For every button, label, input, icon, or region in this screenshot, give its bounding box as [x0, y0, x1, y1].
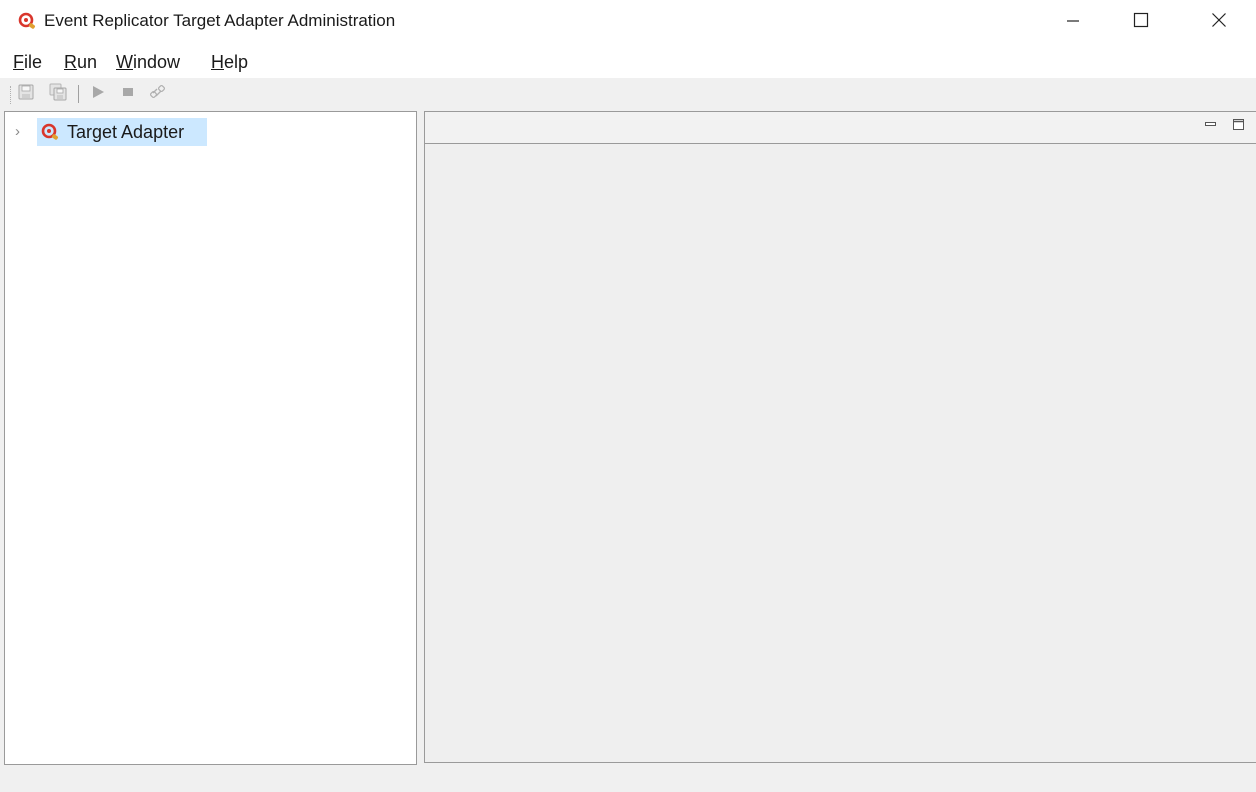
refresh-link-button[interactable]	[148, 84, 168, 104]
minimize-icon	[1066, 13, 1080, 32]
menu-help-mnemonic: H	[211, 52, 224, 72]
status-bar	[0, 766, 1256, 792]
save-all-button[interactable]	[48, 83, 68, 106]
run-icon	[90, 84, 106, 105]
minimize-button[interactable]	[1050, 0, 1096, 44]
menu-bar: File Run Window Help	[0, 44, 1256, 78]
application-window: Event Replicator Target Adapter Administ…	[0, 0, 1256, 792]
stop-icon	[121, 85, 135, 104]
close-icon	[1211, 12, 1227, 33]
toolbar	[0, 78, 1256, 110]
pane-minimize-button[interactable]	[1204, 118, 1218, 132]
minimize-icon	[1205, 116, 1217, 134]
title-bar[interactable]: Event Replicator Target Adapter Administ…	[0, 0, 1256, 44]
menu-help-label: elp	[224, 52, 249, 72]
menu-file[interactable]: File	[13, 52, 42, 73]
toolbar-grip[interactable]	[10, 86, 13, 104]
tree-item-label: Target Adapter	[67, 122, 185, 142]
menu-window-label: indow	[133, 52, 181, 72]
adapter-app-icon	[18, 12, 36, 30]
menu-window-mnemonic: W	[116, 52, 133, 72]
menu-run-label: un	[77, 52, 98, 72]
menu-file-label: ile	[24, 52, 43, 72]
chevron-right-icon[interactable]: ›	[15, 123, 20, 140]
menu-run-mnemonic: R	[64, 52, 77, 72]
maximize-icon	[1133, 12, 1149, 33]
editor-area	[424, 111, 1256, 763]
adapter-icon	[41, 123, 59, 141]
window-title: Event Replicator Target Adapter Administ…	[44, 11, 396, 30]
editor-tab-bar[interactable]	[425, 112, 1256, 144]
adapter-tree-panel[interactable]: › Target Adapter	[4, 111, 417, 765]
save-icon	[17, 83, 35, 106]
tree-item-target-adapter[interactable]: › Target Adapter	[5, 118, 305, 146]
menu-run[interactable]: Run	[64, 52, 97, 73]
stop-button[interactable]	[118, 84, 138, 104]
save-button[interactable]	[16, 84, 36, 104]
refresh-link-icon	[149, 83, 167, 106]
save-all-icon	[49, 83, 67, 106]
close-button[interactable]	[1196, 0, 1242, 44]
maximize-button[interactable]	[1118, 0, 1164, 44]
toolbar-separator	[78, 85, 79, 103]
run-button[interactable]	[88, 84, 108, 104]
menu-help[interactable]: Help	[211, 52, 248, 73]
pane-maximize-button[interactable]	[1232, 118, 1246, 136]
menu-window[interactable]: Window	[116, 52, 180, 73]
menu-file-mnemonic: F	[13, 52, 24, 72]
maximize-icon	[1233, 118, 1245, 136]
